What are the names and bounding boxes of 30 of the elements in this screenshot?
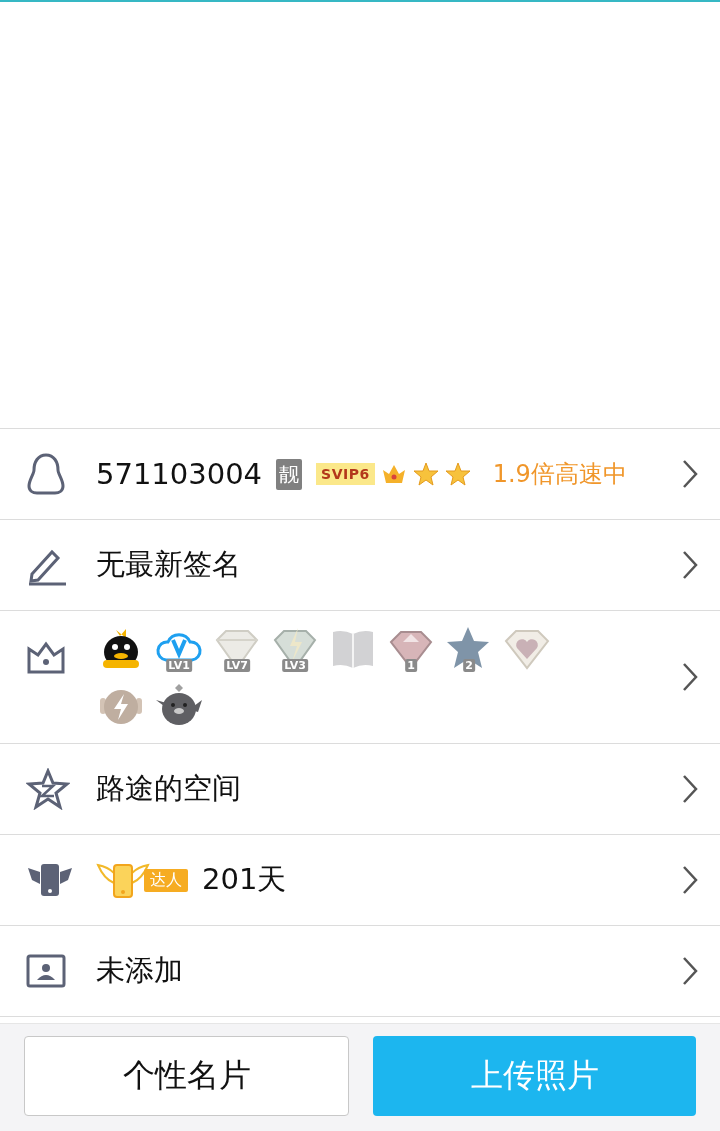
days-count: 201天 <box>202 861 287 898</box>
crown-icon <box>26 641 66 675</box>
badge-level-label: 1 <box>405 659 417 672</box>
chevron-right-icon <box>682 956 698 986</box>
account-number: 571103004 <box>96 457 263 491</box>
chevron-right-icon <box>682 662 698 692</box>
star-icon <box>26 768 70 810</box>
profile-card-button[interactable]: 个性名片 <box>24 1036 349 1116</box>
badge-level-label: LV3 <box>282 659 308 672</box>
badge-level-label: 2 <box>463 659 475 672</box>
pretty-number-tag: 靓 <box>276 458 303 490</box>
star-badge-icon <box>412 462 439 486</box>
star-badge-icon <box>444 462 471 486</box>
chevron-right-icon <box>682 459 698 489</box>
bird-badge-icon <box>154 682 204 728</box>
card-status: 未添加 <box>96 952 183 989</box>
winged-phone-icon <box>26 862 74 898</box>
chevron-right-icon <box>682 774 698 804</box>
contact-card-icon <box>26 954 66 988</box>
signature-text: 无最新签名 <box>96 546 241 583</box>
chevron-right-icon <box>682 865 698 895</box>
speed-status: 1.9倍高速中 <box>492 459 627 490</box>
chevron-right-icon <box>682 550 698 580</box>
winged-phone-icon <box>96 861 150 899</box>
expert-badge: 达人 <box>144 868 188 892</box>
badge-level-label: LV7 <box>224 659 250 672</box>
badge-level-label: LV1 <box>166 659 192 672</box>
penguin-icon <box>26 452 66 496</box>
space-name: 路途的空间 <box>96 770 241 807</box>
vip-level-badge: SVIP6 <box>316 463 375 485</box>
